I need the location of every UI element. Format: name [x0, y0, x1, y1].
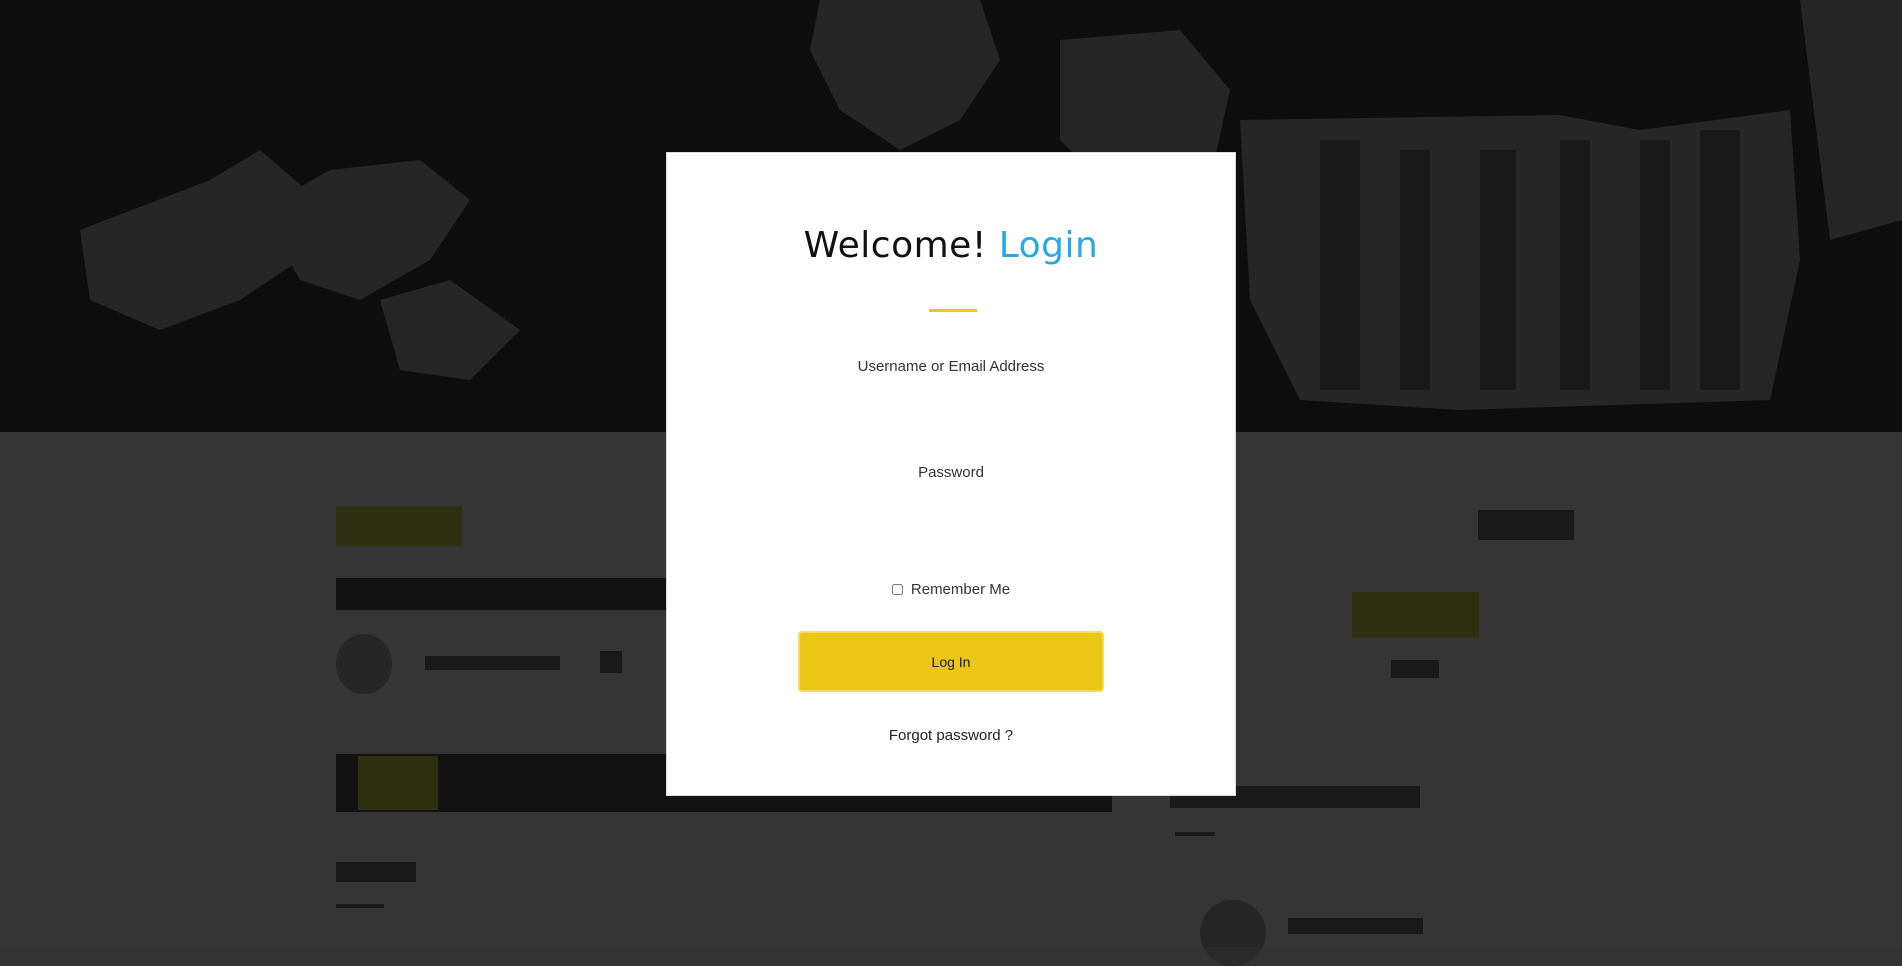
remember-me-checkbox[interactable]	[891, 584, 903, 595]
username-input[interactable]	[800, 387, 1102, 421]
title-divider	[929, 309, 977, 312]
title-login: Login	[998, 225, 1099, 266]
title-welcome: Welcome!	[803, 225, 987, 266]
forgot-password-link[interactable]: Forgot password ?	[667, 727, 1235, 744]
remember-me-label[interactable]: Remember Me	[911, 581, 1010, 598]
password-input[interactable]	[800, 493, 1102, 527]
password-label: Password	[918, 464, 984, 481]
remember-me-row: Remember Me	[667, 581, 1235, 598]
username-label: Username or Email Address	[857, 358, 1045, 375]
modal-title: Welcome! Login	[667, 225, 1235, 266]
login-button[interactable]: Log In	[800, 633, 1102, 690]
login-modal: Welcome! Login Username or Email Address…	[667, 153, 1235, 795]
